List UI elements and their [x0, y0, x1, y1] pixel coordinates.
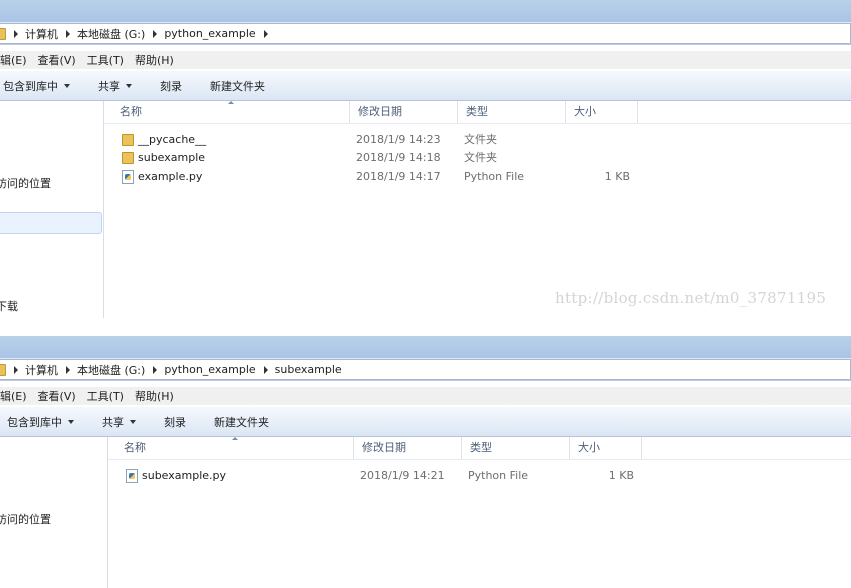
include-in-library-label: 包含到库中 — [3, 79, 58, 93]
address-bar[interactable]: 计算机 本地磁盘 (G:) python_example subexample — [0, 358, 851, 381]
include-in-library-button[interactable]: 包含到库中 — [3, 78, 70, 94]
chevron-right-icon[interactable] — [66, 29, 70, 38]
python-file-icon — [126, 469, 138, 483]
nav-selected-item[interactable] — [0, 212, 102, 234]
menu-help[interactable]: 帮助(H) — [135, 52, 174, 68]
column-type[interactable]: 类型 — [458, 101, 566, 123]
watermark: http://blog.csdn.net/m0_37871195 — [555, 289, 827, 307]
breadcrumb-local-disk[interactable]: 本地磁盘 (G:) — [77, 26, 145, 42]
title-bar[interactable] — [0, 336, 851, 358]
breadcrumb-local-disk[interactable]: 本地磁盘 (G:) — [77, 362, 145, 378]
menu-edit[interactable]: 编辑(E) — [0, 52, 27, 68]
file-name: subexample.py — [142, 469, 227, 482]
menu-edit[interactable]: 编辑(E) — [0, 388, 27, 404]
column-name[interactable]: 名称 — [112, 101, 350, 123]
folder-icon — [0, 363, 6, 376]
file-name: __pycache__ — [138, 133, 207, 146]
caret-down-icon — [130, 419, 136, 424]
breadcrumb-computer[interactable]: 计算机 — [25, 26, 58, 42]
new-folder-button[interactable]: 新建文件夹 — [210, 78, 265, 94]
explorer-window-python-example: 计算机 本地磁盘 (G:) python_example 编辑(E) 查看(V)… — [0, 0, 851, 318]
column-date-modified[interactable]: 修改日期 — [354, 437, 462, 459]
caret-down-icon — [68, 419, 74, 424]
title-bar[interactable] — [0, 0, 851, 22]
folder-icon — [122, 152, 134, 164]
divider — [0, 318, 851, 336]
file-row[interactable]: __pycache__ 2018/1/9 14:23 文件夹 — [104, 131, 704, 149]
navigation-pane: 访问的位置 下载 — [0, 101, 104, 318]
chevron-right-icon[interactable] — [263, 365, 268, 374]
include-in-library-label: 包含到库中 — [7, 415, 62, 429]
command-toolbar: 包含到库中 共享 刻录 新建文件夹 — [0, 71, 851, 101]
share-button[interactable]: 共享 — [98, 78, 132, 94]
file-date: 2018/1/9 14:18 — [356, 151, 441, 164]
menu-bar: 编辑(E) 查看(V) 工具(T) 帮助(H) — [0, 387, 851, 405]
chevron-right-icon[interactable] — [14, 365, 18, 374]
burn-button[interactable]: 刻录 — [160, 78, 182, 94]
file-row[interactable]: subexample.py 2018/1/9 14:21 Python File… — [108, 467, 708, 485]
nav-downloads[interactable]: 下载 — [0, 298, 18, 314]
breadcrumb-subexample[interactable]: subexample — [275, 363, 342, 376]
caret-down-icon — [126, 83, 132, 88]
file-date: 2018/1/9 14:21 — [360, 469, 445, 482]
file-type: Python File — [468, 469, 529, 482]
breadcrumb-python-example[interactable]: python_example — [164, 27, 255, 40]
explorer-window-subexample: 计算机 本地磁盘 (G:) python_example subexample … — [0, 336, 851, 588]
file-list: 名称 修改日期 类型 大小 subexample.py 2018/1/9 14:… — [108, 437, 851, 588]
file-list: 名称 修改日期 类型 大小 __pycache__ 2018/1/9 14:23… — [104, 101, 851, 318]
share-button[interactable]: 共享 — [102, 414, 136, 430]
chevron-right-icon[interactable] — [153, 365, 158, 374]
navigation-pane: 访问的位置 — [0, 437, 108, 588]
file-name: example.py — [138, 170, 203, 183]
file-size: 1 KB — [604, 170, 630, 183]
column-size[interactable]: 大小 — [566, 101, 638, 123]
share-label: 共享 — [102, 415, 124, 429]
file-date: 2018/1/9 14:23 — [356, 133, 441, 146]
burn-button[interactable]: 刻录 — [164, 414, 186, 430]
menu-help[interactable]: 帮助(H) — [135, 388, 174, 404]
folder-icon — [0, 27, 6, 40]
file-size: 1 KB — [608, 469, 634, 482]
chevron-right-icon[interactable] — [153, 29, 158, 38]
chevron-right-icon[interactable] — [66, 365, 70, 374]
nav-recent-places[interactable]: 访问的位置 — [0, 511, 51, 527]
menu-bar: 编辑(E) 查看(V) 工具(T) 帮助(H) — [0, 51, 851, 69]
folder-icon — [122, 134, 134, 146]
include-in-library-button[interactable]: 包含到库中 — [7, 414, 74, 430]
column-header-bar: 名称 修改日期 类型 大小 — [108, 437, 851, 460]
file-row[interactable]: example.py 2018/1/9 14:17 Python File 1 … — [104, 168, 704, 186]
python-file-icon — [122, 170, 134, 184]
new-folder-button[interactable]: 新建文件夹 — [214, 414, 269, 430]
menu-view[interactable]: 查看(V) — [38, 388, 76, 404]
column-size[interactable]: 大小 — [570, 437, 642, 459]
column-header-bar: 名称 修改日期 类型 大小 — [104, 101, 851, 124]
file-row[interactable]: subexample 2018/1/9 14:18 文件夹 — [104, 149, 704, 167]
breadcrumb-computer[interactable]: 计算机 — [25, 362, 58, 378]
column-date-modified[interactable]: 修改日期 — [350, 101, 458, 123]
menu-view[interactable]: 查看(V) — [38, 52, 76, 68]
file-date: 2018/1/9 14:17 — [356, 170, 441, 183]
menu-tools[interactable]: 工具(T) — [87, 52, 124, 68]
share-label: 共享 — [98, 79, 120, 93]
command-toolbar: 包含到库中 共享 刻录 新建文件夹 — [0, 407, 851, 437]
nav-recent-places[interactable]: 访问的位置 — [0, 175, 51, 191]
breadcrumb-python-example[interactable]: python_example — [164, 363, 255, 376]
chevron-right-icon[interactable] — [263, 29, 268, 38]
file-type: 文件夹 — [464, 133, 497, 146]
column-type[interactable]: 类型 — [462, 437, 570, 459]
column-name[interactable]: 名称 — [116, 437, 354, 459]
menu-tools[interactable]: 工具(T) — [87, 388, 124, 404]
caret-down-icon — [64, 83, 70, 88]
file-type: Python File — [464, 170, 525, 183]
chevron-right-icon[interactable] — [14, 29, 18, 38]
file-type: 文件夹 — [464, 151, 497, 164]
file-name: subexample — [138, 151, 206, 164]
address-bar[interactable]: 计算机 本地磁盘 (G:) python_example — [0, 22, 851, 45]
